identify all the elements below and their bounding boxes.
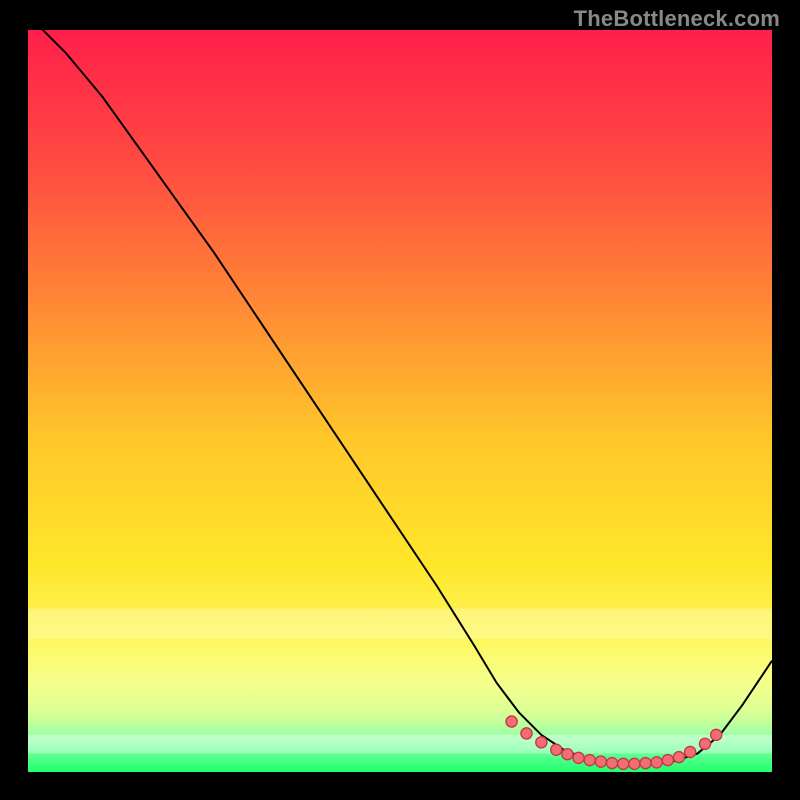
trough-marker	[685, 746, 696, 757]
trough-marker	[699, 738, 710, 749]
trough-marker	[651, 757, 662, 768]
gradient-background	[28, 30, 772, 772]
trough-marker	[629, 758, 640, 769]
chart-root: TheBottleneck.com	[0, 0, 800, 800]
trough-marker	[618, 758, 629, 769]
trough-marker	[711, 729, 722, 740]
glow-band-lower	[28, 735, 772, 754]
trough-marker	[536, 737, 547, 748]
trough-marker	[584, 755, 595, 766]
trough-marker	[595, 756, 606, 767]
plot-area	[28, 30, 772, 772]
glow-band-upper	[28, 609, 772, 639]
trough-marker	[506, 716, 517, 727]
trough-marker	[521, 728, 532, 739]
trough-marker	[551, 744, 562, 755]
trough-marker	[640, 758, 651, 769]
trough-marker	[673, 752, 684, 763]
trough-marker	[662, 755, 673, 766]
trough-marker	[573, 752, 584, 763]
trough-marker	[606, 758, 617, 769]
trough-marker	[562, 749, 573, 760]
attribution-label: TheBottleneck.com	[574, 6, 780, 32]
chart-svg	[28, 30, 772, 772]
